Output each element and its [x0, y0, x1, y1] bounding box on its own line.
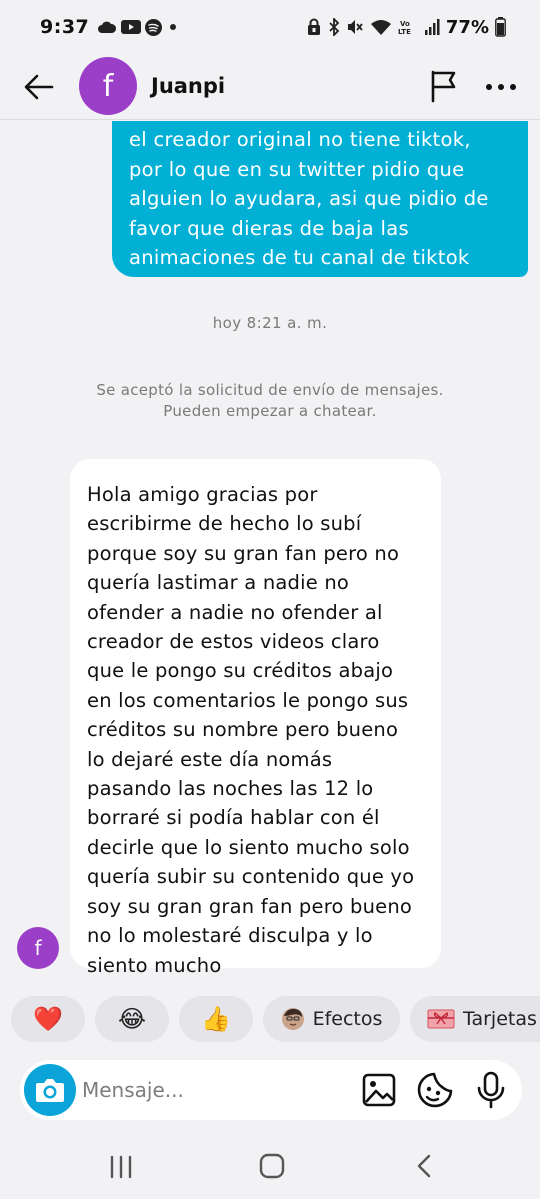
back-arrow-icon[interactable]: [22, 70, 56, 104]
battery-percent: 77%: [445, 16, 489, 38]
status-left: 9:37: [40, 16, 180, 38]
flag-icon[interactable]: [428, 69, 460, 103]
svg-text:Vo: Vo: [400, 20, 410, 28]
message-composer: [20, 1060, 522, 1120]
laughing-face-icon: 😂: [117, 1005, 147, 1033]
vpn-lock-icon: [307, 18, 320, 35]
thumbs-up-reaction-button[interactable]: 👍: [179, 996, 253, 1042]
thumbs-up-icon: 👍: [201, 1005, 231, 1033]
cards-label: Tarjetas: [463, 1008, 537, 1030]
heart-icon: ❤️: [33, 1005, 63, 1033]
spotify-icon: [145, 18, 163, 36]
effects-label: Efectos: [312, 1008, 383, 1030]
gallery-image-icon[interactable]: [361, 1072, 397, 1108]
incoming-message[interactable]: Hola amigo gracias por escribirme de hec…: [70, 459, 441, 977]
battery-icon: [495, 17, 506, 37]
youtube-icon: [121, 20, 142, 34]
message-input[interactable]: [82, 1070, 352, 1110]
svg-text:LTE: LTE: [398, 28, 411, 36]
chat-header: f Juanpi: [0, 54, 540, 120]
microphone-icon[interactable]: [476, 1070, 506, 1110]
status-right: Vo LTE 77%: [306, 17, 506, 38]
contact-avatar[interactable]: f: [79, 57, 137, 115]
status-bar: 9:37 Vo LTE 77%: [0, 0, 540, 54]
camera-button[interactable]: [24, 1064, 76, 1116]
message-timestamp: hoy 8:21 a. m.: [212, 314, 328, 332]
cards-button[interactable]: Tarjetas: [410, 996, 540, 1042]
camera-icon: [36, 1079, 64, 1102]
nav-back-icon[interactable]: [412, 1152, 436, 1180]
bluetooth-icon: [329, 18, 340, 36]
laugh-reaction-button[interactable]: 😂: [95, 996, 169, 1042]
cloud-icon: [98, 21, 117, 33]
recents-icon[interactable]: [108, 1154, 134, 1180]
face-avatar-icon: [281, 1008, 304, 1030]
contact-name[interactable]: Juanpi: [151, 74, 225, 98]
system-notice: Se aceptó la solicitud de envío de mensa…: [96, 381, 444, 420]
gift-card-icon: [427, 1009, 455, 1029]
dot-icon: [170, 24, 177, 30]
sender-avatar[interactable]: f: [17, 927, 59, 969]
status-time: 9:37: [40, 16, 90, 38]
wifi-icon: [370, 20, 391, 35]
message-list[interactable]: el creador original no tiene tiktok, por…: [0, 121, 540, 991]
mute-icon: [347, 20, 363, 34]
volte-icon: VoLTE: [398, 20, 411, 36]
effects-button[interactable]: Efectos: [263, 996, 400, 1042]
outgoing-message[interactable]: el creador original no tiene tiktok, por…: [112, 121, 528, 277]
quick-actions-row: ❤️ 😂 👍 Efectos Tarjetas: [0, 996, 540, 1042]
heart-reaction-button[interactable]: ❤️: [11, 996, 85, 1042]
sticker-icon[interactable]: [416, 1071, 454, 1109]
system-navigation-bar: [0, 1140, 540, 1199]
status-icons-left: [97, 18, 180, 36]
more-options-icon[interactable]: [484, 72, 518, 102]
signal-icon: [424, 19, 440, 35]
home-icon[interactable]: [258, 1152, 286, 1180]
